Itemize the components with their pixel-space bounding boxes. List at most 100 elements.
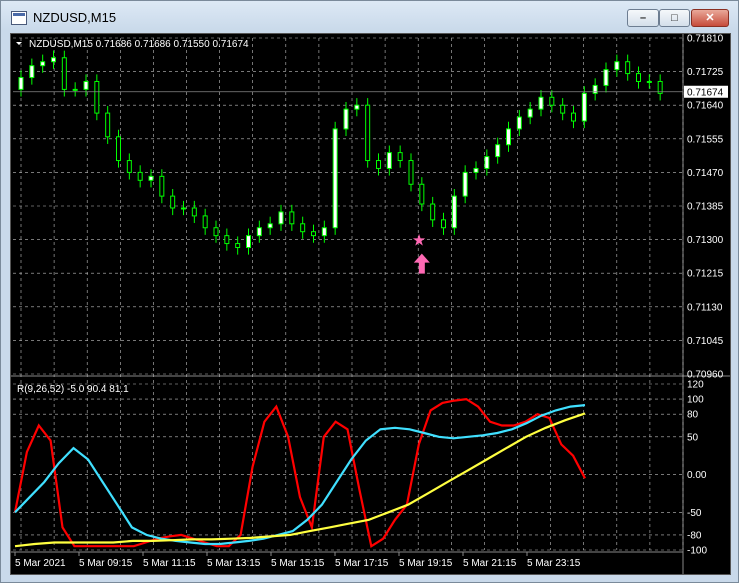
time-tick-label: 5 Mar 15:15 <box>271 558 325 569</box>
price-tick-label: 0.71810 <box>687 34 724 45</box>
price-tick-label: 0.71385 <box>687 202 724 213</box>
candle-body <box>581 92 587 122</box>
candle-body <box>148 175 154 181</box>
price-tick-label: 0.71555 <box>687 134 724 145</box>
candle-body <box>40 61 46 67</box>
candle-body <box>419 183 425 205</box>
candle-body <box>202 215 208 229</box>
candle-body <box>408 160 414 185</box>
indicator-tick-label: 120 <box>687 380 704 391</box>
price-tick-label: 0.71725 <box>687 67 724 78</box>
candle-body <box>397 152 403 162</box>
chart-canvas[interactable]: 0.71674 0.71810 0.71725 0.71640 0.71555 0.71… <box>10 33 731 575</box>
candle-body <box>224 235 230 245</box>
candle <box>61 50 67 97</box>
indicator-tick-label: 100 <box>687 395 704 406</box>
candle-body <box>137 171 143 181</box>
candle-body <box>83 80 89 90</box>
maximize-icon: □ <box>671 12 678 24</box>
candle-body <box>94 80 100 114</box>
chart-svg[interactable]: 0.71674 0.71810 0.71725 0.71640 0.71555 0.71… <box>11 34 730 574</box>
current-price-label: 0.71674 <box>687 87 724 98</box>
candle-body <box>332 128 338 229</box>
candle-body <box>181 207 186 210</box>
candle-body <box>116 136 121 162</box>
indicator-header: R(9,26,52) -5.0 90.4 81.1 <box>17 384 129 395</box>
candle-body <box>516 116 522 130</box>
candle-body <box>246 235 251 249</box>
candle-body <box>213 227 219 237</box>
candle-body <box>289 211 295 225</box>
candle-body <box>61 57 67 90</box>
candle-body <box>625 61 631 75</box>
candle-body <box>646 80 652 83</box>
candle-body <box>538 96 544 110</box>
price-tick-label: 0.71470 <box>687 168 724 179</box>
candle-body <box>170 195 176 209</box>
candle-body <box>549 96 555 106</box>
candle-body <box>571 112 576 122</box>
indicator-tick-label: -50 <box>687 508 702 519</box>
candle-body <box>386 152 392 169</box>
time-tick-label: 5 Mar 23:15 <box>527 558 581 569</box>
candle-body <box>441 219 446 229</box>
candle-body <box>126 160 132 173</box>
candle-body <box>451 195 457 229</box>
candle-body <box>51 57 56 63</box>
candle-body <box>311 231 316 237</box>
candle-body <box>473 167 479 173</box>
candle-body <box>235 243 241 249</box>
candle <box>332 121 338 235</box>
candle-body <box>191 207 197 217</box>
minimize-icon: – <box>639 12 647 24</box>
candle-body <box>527 108 533 118</box>
candle-body <box>484 156 490 169</box>
time-tick-label: 5 Mar 21:15 <box>463 558 517 569</box>
candle-body <box>267 223 273 229</box>
close-button[interactable]: ✕ <box>691 9 729 27</box>
candle-body <box>603 69 609 86</box>
minimize-button[interactable]: – <box>627 9 659 27</box>
candle-body <box>321 227 327 237</box>
candle-body <box>365 104 371 162</box>
time-tick-label: 5 Mar 17:15 <box>335 558 389 569</box>
time-tick-label: 5 Mar 19:15 <box>399 558 453 569</box>
candle-body <box>72 88 78 91</box>
price-tick-label: 0.71300 <box>687 235 724 246</box>
time-tick-label: 5 Mar 11:15 <box>143 558 196 569</box>
candle-body <box>614 61 620 71</box>
price-tick-label: 0.71640 <box>687 101 724 112</box>
maximize-button[interactable]: □ <box>659 9 690 27</box>
window-title: NZDUSD,M15 <box>33 10 117 25</box>
candle-body <box>278 211 284 225</box>
candle-body <box>343 108 349 130</box>
candle-body <box>506 128 511 146</box>
candle-body <box>636 73 641 82</box>
title-bar[interactable]: NZDUSD,M15 – □ ✕ <box>1 1 738 33</box>
candle-body <box>105 112 111 138</box>
candle <box>451 189 457 235</box>
close-icon: ✕ <box>705 12 715 24</box>
time-tick-label: 5 Mar 13:15 <box>207 558 261 569</box>
candle-body <box>159 175 165 197</box>
indicator-tick-label: 0.00 <box>687 470 707 481</box>
candle-body <box>430 203 436 221</box>
candle <box>365 98 371 168</box>
candle <box>94 74 100 121</box>
indicator-tick-label: -100 <box>687 546 707 557</box>
candle-body <box>560 104 566 114</box>
price-header: NZDUSD,M15 0.71686 0.71686 0.71550 0.716… <box>29 39 249 50</box>
candle-body <box>29 65 35 79</box>
price-tick-label: 0.71045 <box>687 336 724 347</box>
price-tick-label: 0.71130 <box>687 302 723 313</box>
mt4-chart-window: NZDUSD,M15 – □ ✕ 0.71674 0.71810 0.71725 0… <box>0 0 739 583</box>
candle-body <box>354 104 360 110</box>
candle-body <box>462 171 468 197</box>
candle-body <box>592 84 598 94</box>
candle-body <box>300 223 306 233</box>
candle-body <box>376 160 381 169</box>
star-marker-icon: ★ <box>412 231 426 250</box>
time-tick-label: 5 Mar 09:15 <box>79 558 133 569</box>
candle-body <box>256 227 262 237</box>
candle-body <box>495 144 501 158</box>
